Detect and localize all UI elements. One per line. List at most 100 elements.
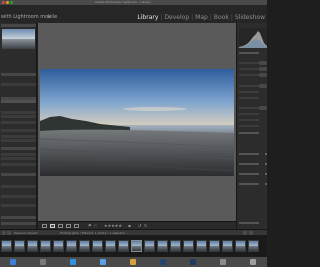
reset-all-row[interactable] [239, 132, 259, 134]
filmstrip-thumbnail[interactable] [79, 240, 90, 252]
filmstrip-thumbnail[interactable] [27, 240, 38, 252]
filmstrip-thumbnail[interactable] [53, 240, 64, 252]
crop-ratio-row[interactable] [239, 68, 259, 70]
maximize-window-button[interactable] [10, 1, 13, 4]
survey-view-icon[interactable] [66, 224, 71, 228]
publish-service-item[interactable] [1, 204, 36, 207]
module-slideshow[interactable]: Slideshow [234, 14, 266, 22]
filmstrip-thumbnail[interactable] [92, 240, 103, 252]
treatment-row[interactable] [239, 74, 259, 76]
tone-control-row[interactable] [239, 107, 259, 109]
safari-icon[interactable] [70, 259, 76, 265]
white-balance-row[interactable] [239, 85, 259, 87]
import-button[interactable] [1, 216, 36, 219]
filmstrip-thumbnail[interactable] [196, 240, 207, 252]
collection-item[interactable] [1, 157, 36, 160]
folder-item-selected[interactable] [1, 100, 36, 103]
vibrance-row[interactable] [239, 125, 259, 127]
filmstrip-thumbnail[interactable] [1, 240, 12, 252]
folder-item[interactable] [1, 115, 36, 118]
module-develop[interactable]: Develop [163, 14, 190, 22]
publish-service-item[interactable] [1, 185, 36, 188]
auto-tone-button[interactable] [259, 106, 267, 110]
quick-develop-header[interactable] [239, 52, 259, 54]
filmstrip-thumbnail[interactable] [40, 240, 51, 252]
histogram [239, 28, 267, 48]
keywording-toggle[interactable] [265, 153, 267, 155]
system-preferences-icon[interactable] [220, 259, 226, 265]
finder-icon[interactable] [10, 259, 16, 265]
publish-services-header[interactable] [1, 173, 36, 176]
filmstrip-thumbnail[interactable] [170, 240, 181, 252]
filmstrip-thumbnail[interactable] [183, 240, 194, 252]
treatment-select[interactable] [259, 73, 267, 77]
exposure-row[interactable] [239, 113, 259, 115]
filmstrip [0, 235, 267, 257]
filmstrip-thumbnail[interactable] [222, 240, 233, 252]
navigator-preview[interactable] [2, 29, 35, 49]
right-panel [236, 23, 267, 229]
filmstrip-thumbnail[interactable] [235, 240, 246, 252]
folder-item[interactable] [1, 121, 36, 124]
metadata-toggle[interactable] [265, 173, 267, 175]
tint-row[interactable] [239, 97, 259, 99]
navigator-header[interactable] [1, 24, 36, 27]
filmstrip-thumbnail[interactable] [14, 240, 25, 252]
close-window-button[interactable] [2, 1, 5, 4]
filmstrip-thumbnail[interactable] [105, 240, 116, 252]
navigator-sky [2, 29, 35, 39]
module-book[interactable]: Book [213, 14, 230, 22]
temperature-row[interactable] [239, 91, 259, 93]
catalog-item[interactable] [1, 83, 36, 86]
filmstrip-thumbnail[interactable] [66, 240, 77, 252]
library-toolbar: ⚑ ⚐ ★★★★★ ▪ ↺ ↻ [38, 221, 236, 229]
keyword-list-toggle[interactable] [265, 163, 267, 165]
filmstrip-thumbnail[interactable] [157, 240, 168, 252]
loupe-view[interactable] [38, 23, 236, 221]
photoshop-icon[interactable] [190, 259, 196, 265]
filmstrip-thumbnail-selected[interactable] [131, 240, 142, 252]
filmstrip-thumbnail[interactable] [248, 240, 259, 252]
compare-view-icon[interactable] [58, 224, 63, 228]
photos-icon[interactable] [130, 259, 136, 265]
white-balance-select[interactable] [259, 84, 267, 88]
identity-plate-arrow-icon[interactable]: ▸ [48, 14, 51, 20]
sync-settings-button[interactable] [239, 222, 259, 224]
publish-service-item[interactable] [1, 195, 36, 198]
main-photo[interactable] [40, 69, 234, 176]
comments-toggle[interactable] [265, 183, 267, 185]
clarity-row[interactable] [239, 119, 259, 121]
loupe-view-icon[interactable] [50, 224, 55, 228]
comments-header[interactable] [239, 183, 259, 185]
keywording-header[interactable] [239, 153, 259, 155]
collection-item[interactable] [1, 163, 36, 166]
trash-icon[interactable] [250, 259, 256, 265]
folder-item[interactable] [1, 111, 36, 114]
lightroom-icon[interactable] [160, 259, 166, 265]
collection-item[interactable] [1, 153, 36, 156]
keyword-list-header[interactable] [239, 163, 259, 165]
saved-preset-select[interactable] [259, 61, 267, 65]
saved-preset-row[interactable] [239, 62, 259, 64]
export-button[interactable] [1, 222, 36, 225]
filmstrip-thumbnail[interactable] [209, 240, 220, 252]
metadata-header[interactable] [239, 173, 259, 175]
filmstrip-thumbnail[interactable] [118, 240, 129, 252]
grid-view-icon[interactable] [42, 224, 47, 228]
launchpad-icon[interactable] [40, 259, 46, 265]
catalog-panel-header[interactable] [1, 73, 36, 76]
people-view-icon[interactable] [74, 224, 79, 228]
identity-plate: with Lightroom mobile ▸ Library | Develo… [0, 5, 267, 23]
crop-ratio-select[interactable] [259, 67, 267, 71]
left-panel [0, 23, 37, 229]
collections-panel-header[interactable] [1, 147, 36, 150]
minimize-window-button[interactable] [6, 1, 9, 4]
navigator-shore [2, 39, 35, 49]
folder-item[interactable] [1, 135, 36, 138]
module-library[interactable]: Library [136, 14, 159, 22]
filmstrip-thumbnail[interactable] [144, 240, 155, 252]
mail-icon[interactable] [100, 259, 106, 265]
module-map[interactable]: Map [194, 14, 209, 22]
folder-item[interactable] [1, 129, 36, 132]
folder-item[interactable] [1, 139, 36, 142]
